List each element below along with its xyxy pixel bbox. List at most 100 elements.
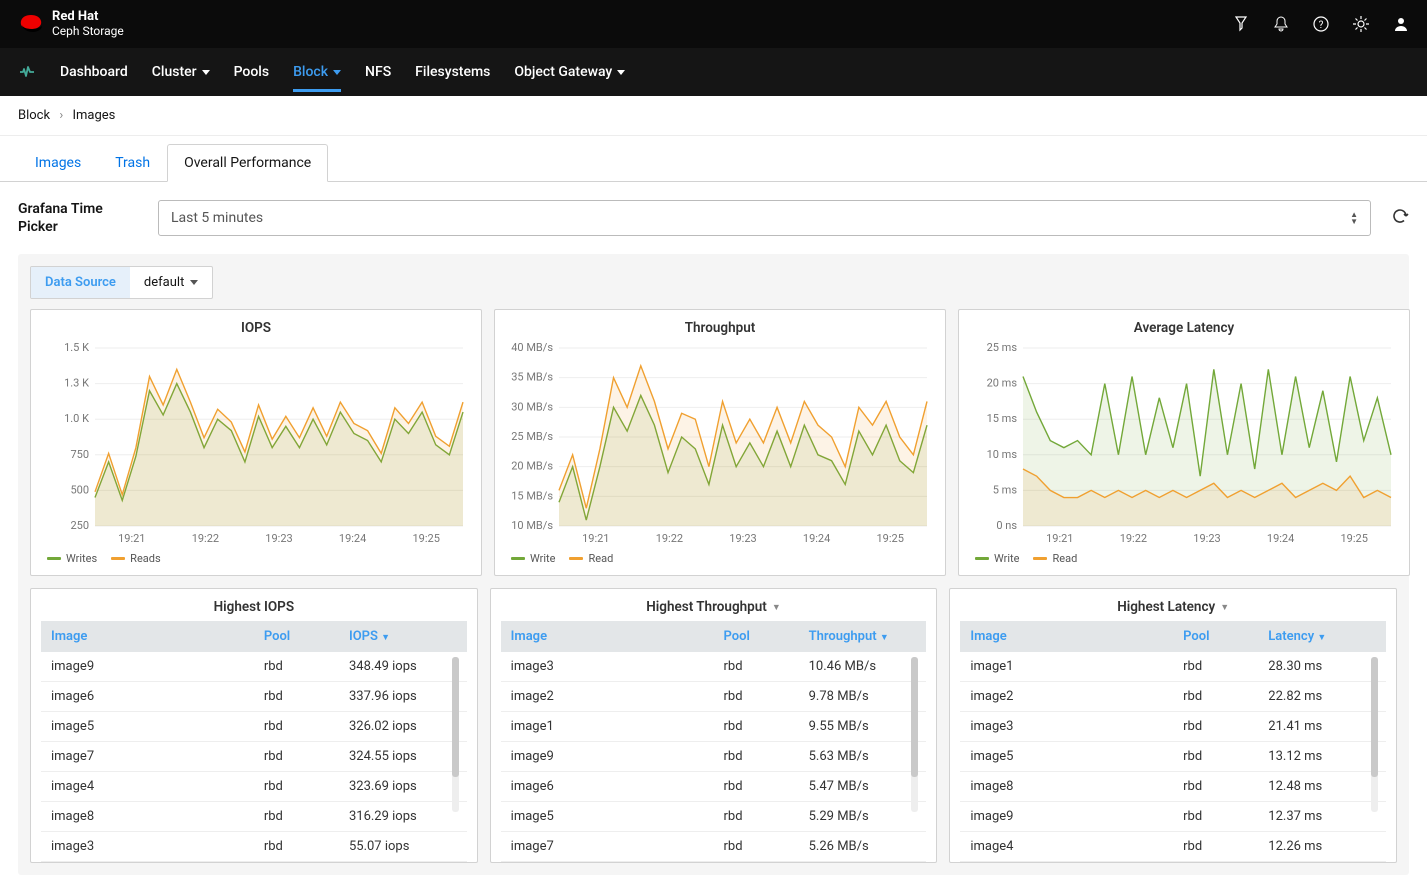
table-header[interactable]: Throughput ▼ <box>799 621 927 652</box>
grafana-embed: Data Source default IOPS2505007501.0 K1.… <box>18 254 1409 875</box>
datasource-select[interactable]: default <box>130 267 212 298</box>
table-header[interactable]: IOPS ▼ <box>339 621 467 652</box>
legend-item[interactable]: Writes <box>47 552 97 565</box>
panel-title[interactable]: Highest IOPS <box>37 599 471 615</box>
table-row[interactable]: image7rbd5.26 MB/s <box>501 832 927 862</box>
table-header[interactable]: Image <box>960 621 1173 652</box>
table-row[interactable]: image3rbd21.41 ms <box>960 712 1386 742</box>
tab-overall-performance[interactable]: Overall Performance <box>167 144 328 182</box>
table-header[interactable]: Image <box>501 621 714 652</box>
table-cell: rbd <box>1173 712 1258 742</box>
table-header[interactable]: Latency ▼ <box>1258 621 1386 652</box>
time-picker-select[interactable]: Last 5 minutes ▲▼ <box>158 200 1371 236</box>
svg-text:500: 500 <box>70 484 89 497</box>
table-row[interactable]: image9rbd12.37 ms <box>960 802 1386 832</box>
nav-object-gateway[interactable]: Object Gateway <box>514 52 625 92</box>
table-row[interactable]: image5rbd13.12 ms <box>960 742 1386 772</box>
cluster-health-icon[interactable] <box>18 52 36 92</box>
table-row[interactable]: image9rbd348.49 iops <box>41 652 467 682</box>
table-row[interactable]: image1rbd9.55 MB/s <box>501 712 927 742</box>
legend-item[interactable]: Reads <box>111 552 160 565</box>
panel-latency: Average Latency0 ns5 ms10 ms15 ms20 ms25… <box>958 309 1410 576</box>
main-nav: Dashboard Cluster Pools Block NFS Filesy… <box>0 48 1427 96</box>
table-cell: rbd <box>254 772 339 802</box>
svg-text:35 MB/s: 35 MB/s <box>511 371 553 384</box>
table-cell: rbd <box>1173 682 1258 712</box>
table-row[interactable]: image3rbd55.07 iops <box>41 832 467 862</box>
table-row[interactable]: image9rbd5.63 MB/s <box>501 742 927 772</box>
table-row[interactable]: image5rbd5.29 MB/s <box>501 802 927 832</box>
table-cell: 5.29 MB/s <box>799 802 927 832</box>
chart-latency: 0 ns5 ms10 ms15 ms20 ms25 ms19:2119:2219… <box>969 342 1399 546</box>
table-cell: image4 <box>41 772 254 802</box>
svg-text:19:21: 19:21 <box>118 532 145 545</box>
tab-images[interactable]: Images <box>18 144 98 181</box>
table-row[interactable]: image8rbd12.48 ms <box>960 772 1386 802</box>
gear-icon[interactable] <box>1353 16 1369 32</box>
breadcrumb-current: Images <box>72 108 115 123</box>
table-row[interactable]: image3rbd10.46 MB/s <box>501 652 927 682</box>
help-icon[interactable]: ? <box>1313 16 1329 32</box>
table-row[interactable]: image1rbd28.30 ms <box>960 652 1386 682</box>
table-cell: rbd <box>1173 652 1258 682</box>
table-cell: rbd <box>714 772 799 802</box>
panel-title[interactable]: Highest Latency ▼ <box>956 599 1390 615</box>
svg-text:20 ms: 20 ms <box>987 377 1018 390</box>
table-cell: 22.82 ms <box>1258 682 1386 712</box>
datasource-label: Data Source <box>31 267 130 298</box>
table-row[interactable]: image6rbd337.96 iops <box>41 682 467 712</box>
chart-legend: Write Read <box>505 552 935 565</box>
table-cell: 12.48 ms <box>1258 772 1386 802</box>
brand-product: Ceph Storage <box>52 25 124 38</box>
nav-pools[interactable]: Pools <box>234 52 270 92</box>
legend-item[interactable]: Write <box>975 552 1019 565</box>
svg-text:10 MB/s: 10 MB/s <box>511 519 553 532</box>
legend-item[interactable]: Read <box>569 552 613 565</box>
table-cell: image5 <box>41 712 254 742</box>
breadcrumb-parent[interactable]: Block <box>18 108 50 123</box>
legend-item[interactable]: Read <box>1033 552 1077 565</box>
panel-title: Throughput <box>505 320 935 336</box>
table-cell: rbd <box>254 742 339 772</box>
table-cell: image5 <box>501 802 714 832</box>
svg-text:25 ms: 25 ms <box>987 342 1018 354</box>
table-cell: image1 <box>960 652 1173 682</box>
nav-nfs[interactable]: NFS <box>365 52 391 92</box>
nav-dashboard[interactable]: Dashboard <box>60 52 128 92</box>
table-row[interactable]: image8rbd316.29 iops <box>41 802 467 832</box>
table-row[interactable]: image5rbd326.02 iops <box>41 712 467 742</box>
table-header[interactable]: Pool <box>254 621 339 652</box>
table-header[interactable]: Pool <box>714 621 799 652</box>
table-row[interactable]: image6rbd5.47 MB/s <box>501 772 927 802</box>
tab-trash[interactable]: Trash <box>98 144 167 181</box>
table-row[interactable]: image4rbd323.69 iops <box>41 772 467 802</box>
panel-title[interactable]: Highest Throughput ▼ <box>497 599 931 615</box>
table-row[interactable]: image2rbd22.82 ms <box>960 682 1386 712</box>
nav-cluster[interactable]: Cluster <box>152 52 210 92</box>
table-row[interactable]: image7rbd324.55 iops <box>41 742 467 772</box>
svg-text:40 MB/s: 40 MB/s <box>511 342 553 354</box>
nav-filesystems[interactable]: Filesystems <box>415 52 490 92</box>
table-row[interactable]: image4rbd12.26 ms <box>960 832 1386 862</box>
table-cell: image6 <box>501 772 714 802</box>
user-icon[interactable] <box>1393 16 1409 32</box>
svg-text:19:25: 19:25 <box>876 532 903 545</box>
svg-text:5 ms: 5 ms <box>993 484 1018 497</box>
notifications-icon[interactable] <box>1273 16 1289 32</box>
tasks-icon[interactable] <box>1233 16 1249 32</box>
table-header[interactable]: Image <box>41 621 254 652</box>
table-row[interactable]: image2rbd9.78 MB/s <box>501 682 927 712</box>
table-cell: 5.26 MB/s <box>799 832 927 862</box>
nav-block[interactable]: Block <box>293 52 341 92</box>
scrollbar[interactable] <box>1371 657 1378 812</box>
scrollbar[interactable] <box>452 657 459 812</box>
legend-item[interactable]: Write <box>511 552 555 565</box>
refresh-button[interactable] <box>1391 207 1409 229</box>
chart-panels-row: IOPS2505007501.0 K1.3 K1.5 K19:2119:2219… <box>30 309 1397 576</box>
panel-title: IOPS <box>41 320 471 336</box>
scrollbar[interactable] <box>911 657 918 812</box>
svg-text:19:24: 19:24 <box>803 532 830 545</box>
table-header[interactable]: Pool <box>1173 621 1258 652</box>
svg-text:1.0 K: 1.0 K <box>64 413 89 426</box>
time-picker-value: Last 5 minutes <box>171 210 263 226</box>
